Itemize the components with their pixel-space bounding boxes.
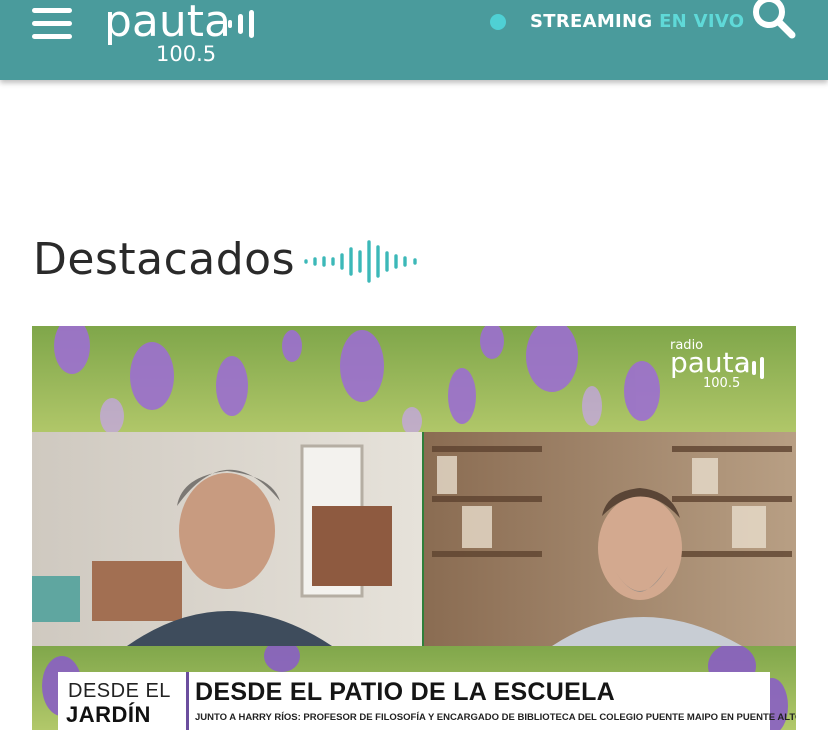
featured-video-card[interactable]: radio pauta 100.5 DESDE EL JARDÍN DESDE … (32, 326, 796, 730)
live-label: EN VIVO (659, 11, 745, 32)
hamburger-menu-icon[interactable] (32, 6, 74, 40)
live-indicator-dot (490, 14, 506, 30)
sound-wave-icon (304, 240, 417, 283)
logo-wordmark: pauta (104, 0, 231, 47)
episode-info-box: DESDE EL PATIO DE LA ESCUELA JUNTO A HAR… (189, 672, 796, 730)
program-name-line2: JARDÍN (66, 702, 151, 727)
episode-title: DESDE EL PATIO DE LA ESCUELA (195, 678, 616, 706)
site-header: pauta 100.5 STREAMING EN VIVO (0, 0, 828, 80)
streaming-label: STREAMING (530, 11, 653, 32)
signal-bars-icon (744, 357, 764, 379)
program-name-line1: DESDE EL (68, 680, 171, 702)
episode-subtitle: JUNTO A HARRY RÍOS: PROFESOR DE FILOSOFÍ… (195, 712, 796, 723)
logo-frequency: 100.5 (156, 42, 217, 66)
lower-third-banner: DESDE EL JARDÍN DESDE EL PATIO DE LA ESC… (58, 672, 796, 730)
signal-bars-icon (228, 10, 254, 38)
search-icon[interactable] (748, 0, 798, 44)
streaming-live-link[interactable]: STREAMING EN VIVO (530, 11, 744, 32)
featured-thumbnail (32, 326, 796, 730)
site-logo[interactable]: pauta 100.5 (104, 0, 264, 72)
card-logo-frequency: 100.5 (703, 376, 741, 391)
program-name-box: DESDE EL JARDÍN (58, 672, 189, 730)
card-logo-wordmark: pauta (670, 346, 751, 379)
section-title: Destacados (33, 234, 296, 285)
